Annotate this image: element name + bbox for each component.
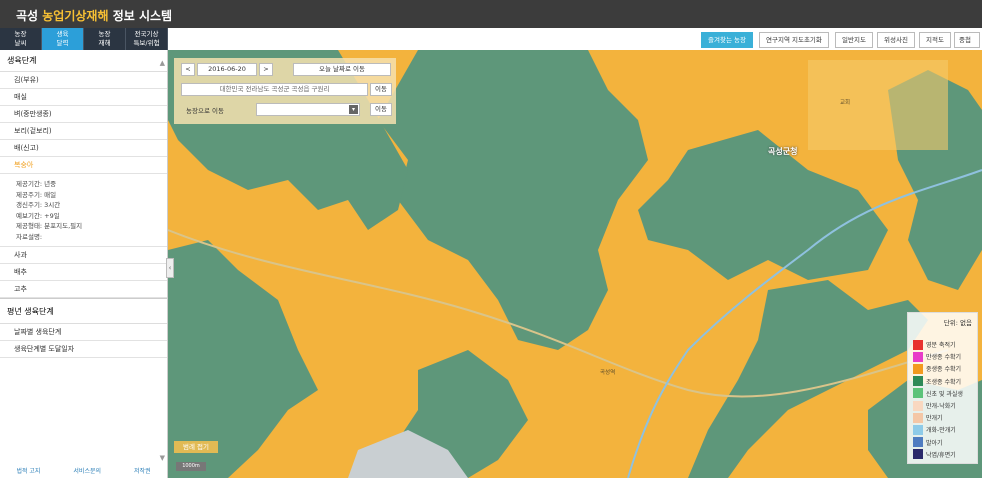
sidebar-item-cabbage[interactable]: 배추	[0, 264, 167, 281]
legend-label: 만생종 수확기	[926, 354, 962, 362]
footer-contact-link[interactable]: 서비스문의	[73, 466, 101, 478]
chevron-down-icon: ▾	[349, 105, 358, 114]
legend-label: 조생종 수확기	[926, 378, 962, 386]
legend-label: 만개기	[926, 415, 943, 423]
legend-swatch	[913, 437, 923, 448]
title-highlight: 농업기상재해	[42, 9, 109, 23]
legend-swatch	[913, 388, 923, 399]
map-label-church: 교회	[840, 100, 851, 106]
legend-swatch	[913, 363, 923, 374]
detail-line: 제공기간: 년중	[16, 180, 57, 188]
scroll-up-icon[interactable]: ▲	[160, 52, 165, 74]
tab-farm-disaster[interactable]: 농장 재해	[84, 28, 126, 50]
legend-item: 발아기	[913, 437, 943, 448]
sidebar-section-normal: 평년 생육단계	[0, 298, 167, 324]
legend-item: 낙엽/휴면기	[913, 449, 956, 460]
green-zone	[638, 130, 888, 280]
legend-item: 중생종 수확기	[913, 363, 961, 374]
farm-move-button[interactable]: 이동	[370, 103, 392, 116]
title-suffix: 정보 시스템	[108, 9, 173, 23]
legend-item: 영분 축적기	[913, 339, 956, 350]
legend-label: 만개-낙화기	[926, 403, 956, 410]
reset-map-button[interactable]: 연구지역 지도초기화	[759, 32, 829, 48]
normal-map-button[interactable]: 일반지도	[835, 32, 873, 48]
sidebar-item-pepper[interactable]: 고추	[0, 281, 167, 298]
sidebar-item-rice[interactable]: 벼(중만생종)	[0, 106, 167, 123]
sidebar-item-apple[interactable]: 사과	[0, 247, 167, 264]
legend-label: 개화-만개기	[926, 427, 956, 435]
legend-title: 단위: 없음	[943, 319, 972, 327]
sidebar-item-gim[interactable]: 김(부유)	[0, 72, 167, 89]
legend-swatch	[913, 351, 923, 362]
legend-label: 영분 축적기	[926, 342, 956, 349]
legend-swatch	[913, 339, 923, 350]
satellite-button[interactable]: 위성사진	[877, 32, 915, 48]
cadastral-button[interactable]: 지적도	[919, 32, 951, 48]
legend-item: 신초 및 과실생	[913, 388, 963, 399]
legend-item: 조생종 수확기	[913, 376, 961, 387]
footer-copyright-link[interactable]: 저작권	[134, 466, 151, 478]
map-label-county-office: 곡성군청	[768, 147, 798, 156]
today-button[interactable]: 오늘 날짜로 이동	[293, 63, 391, 76]
legend-item: 만개-낙화기	[913, 400, 956, 411]
detail-line: 제공형태: 분포지도,필지	[16, 222, 83, 230]
legend-label: 낙엽/휴면기	[926, 451, 956, 459]
scroll-down-icon[interactable]: ▼	[160, 454, 165, 462]
sidebar: 생육단계 ▲ 김(부유) 매실 벼(중만생종) 보리(겉보리) 배(신고) 복숭…	[0, 50, 168, 466]
title-prefix: 곡성	[16, 9, 43, 23]
address-move-button[interactable]: 이동	[370, 83, 392, 96]
tab-growth-calendar[interactable]: 생육 달력	[42, 28, 84, 50]
map-scale: 1000m	[176, 462, 206, 471]
legend-collapse-button[interactable]: 범례 접기	[174, 441, 218, 453]
farm-move-label: 농장으로 이동	[186, 107, 224, 115]
legend-swatch	[913, 449, 923, 460]
sidebar-item-maesil[interactable]: 매실	[0, 89, 167, 106]
legend-label: 중생종 수확기	[926, 366, 962, 374]
legend-swatch	[913, 400, 923, 411]
tab-national-warning[interactable]: 전국기상 특보/위험	[126, 28, 168, 50]
legend-item: 만개기	[913, 412, 943, 423]
detail-line: 예보기간: +9일	[16, 211, 60, 220]
main-tabs: 농장 날씨 생육 달력 농장 재해 전국기상 특보/위험	[0, 28, 168, 50]
detail-line: 자료설명:	[16, 232, 43, 241]
legend-swatch	[913, 412, 923, 423]
legend-item: 만생종 수확기	[913, 351, 961, 362]
sidebar-item-stage-date[interactable]: 생육단계별 도달일자	[0, 341, 167, 358]
footer-legal-link[interactable]: 법적 고지	[16, 466, 40, 478]
town-block	[808, 60, 948, 150]
sidebar-heading-label: 생육단계	[7, 56, 37, 65]
legend-swatch	[913, 376, 923, 387]
sidebar-item-peach[interactable]: 복숭아	[0, 157, 167, 174]
tab-farm-weather[interactable]: 농장 날씨	[0, 28, 42, 50]
detail-line: 갱신주기: 3시간	[16, 201, 61, 209]
map-controls: < 2016-06-20 > 오늘 날짜로 이동 대한민국 전라남도 곡성군 곡…	[174, 58, 396, 124]
legend-swatch	[913, 424, 923, 435]
address-input[interactable]: 대한민국 전라남도 곡성군 곡성읍 구원리	[181, 83, 368, 96]
farm-select[interactable]: ▾	[256, 103, 360, 116]
app-title: 곡성 농업기상재해 정보 시스템	[16, 7, 172, 24]
detail-line: 제공주기: 매일	[16, 190, 57, 199]
top-bar: 곡성 농업기상재해 정보 시스템	[0, 0, 982, 28]
prev-date-button[interactable]: <	[181, 63, 195, 76]
date-input[interactable]: 2016-06-20	[197, 63, 257, 76]
sidebar-item-date-stage[interactable]: 날짜별 생육단계	[0, 324, 167, 341]
next-date-button[interactable]: >	[259, 63, 273, 76]
sidebar-heading: 생육단계 ▲	[0, 50, 167, 72]
legend-label: 신초 및 과실생	[926, 390, 963, 398]
item-detail: 제공기간: 년중 제공주기: 매일 갱신주기: 3시간 예보기간: +9일 제공…	[0, 174, 167, 247]
legend-item: 개화-만개기	[913, 424, 956, 435]
legend-label: 발아기	[926, 439, 943, 447]
map-legend: 단위: 없음 영분 축적기만생종 수확기중생종 수확기조생종 수확기신초 및 과…	[907, 312, 978, 464]
sidebar-item-barley[interactable]: 보리(겉보리)	[0, 123, 167, 140]
sidebar-footer: 법적 고지 서비스문의 저작권	[0, 466, 168, 478]
map-label-station: 곡성역	[600, 370, 616, 376]
sidebar-collapse-button[interactable]: ‹	[166, 258, 174, 278]
sidebar-item-pear[interactable]: 배(신고)	[0, 140, 167, 157]
overlay-button[interactable]: 중첩	[954, 32, 980, 48]
favorite-farm-button[interactable]: 즐겨찾는 농장	[701, 32, 753, 48]
green-zone	[378, 50, 648, 350]
